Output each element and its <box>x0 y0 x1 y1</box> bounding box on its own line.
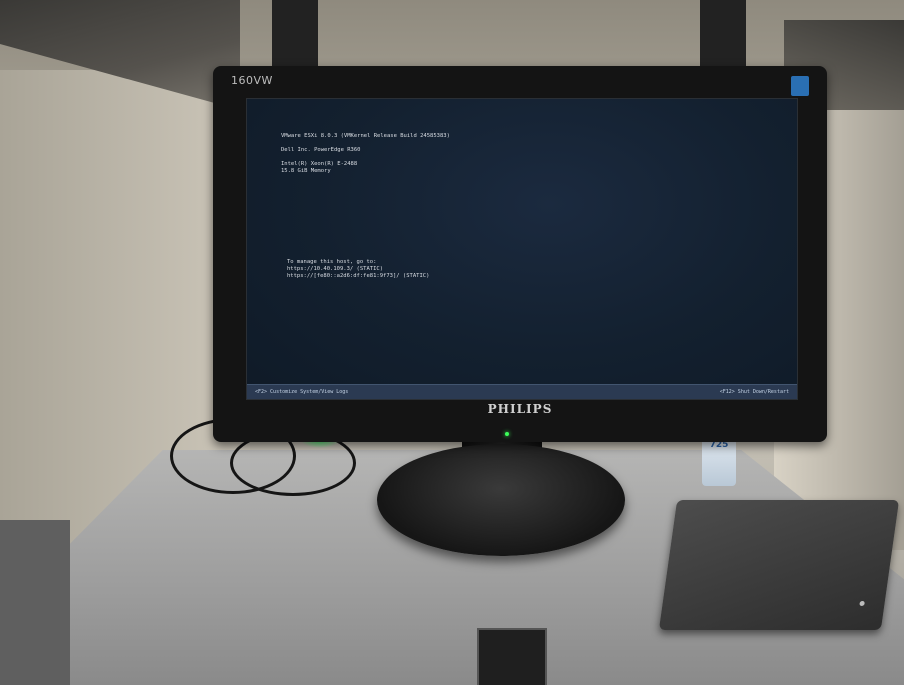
hdd-activity-light <box>859 601 865 606</box>
desk-slot <box>477 628 547 685</box>
monitor-model-label: 160VW <box>231 74 273 87</box>
footer-shutdown-hint: <F12> Shut Down/Restart <box>719 389 789 395</box>
monitor-stand-base <box>377 444 625 556</box>
monitor-brand-logo: PHILIPS <box>487 402 553 416</box>
photo-scene: 725 160VW VMware ESXi 8.0.3 (VMKernel Re… <box>0 0 904 685</box>
monitor-screen: VMware ESXi 8.0.3 (VMKernel Release Buil… <box>246 98 798 400</box>
external-hard-drive <box>658 500 900 630</box>
desk-edge <box>0 520 70 685</box>
esxi-footer-bar: <F2> Customize System/View Logs <F12> Sh… <box>247 384 797 399</box>
esxi-management-urls: To manage this host, go to: https://10.4… <box>287 259 430 279</box>
monitor: 160VW VMware ESXi 8.0.3 (VMKernel Releas… <box>213 66 827 442</box>
footer-customize-hint: <F2> Customize System/View Logs <box>255 389 349 395</box>
rack-post-left <box>272 0 318 70</box>
power-led <box>505 432 509 436</box>
rack-post-right <box>700 0 746 70</box>
monitor-sticker <box>791 76 809 96</box>
esxi-host-info: VMware ESXi 8.0.3 (VMKernel Release Buil… <box>281 133 450 174</box>
